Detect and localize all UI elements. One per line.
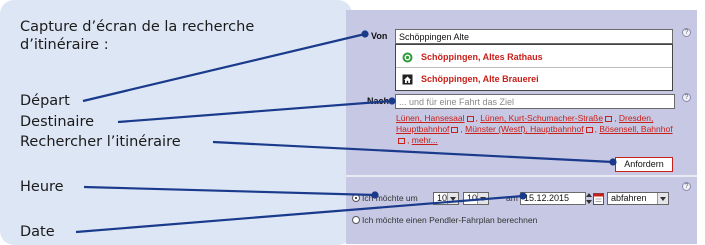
callout-line-date bbox=[75, 194, 524, 234]
callout-line-depart bbox=[82, 32, 366, 103]
callout-line-time bbox=[83, 185, 376, 197]
callout-dot-depart bbox=[361, 30, 369, 38]
callout-lines bbox=[75, 30, 617, 234]
callout-dot-time bbox=[371, 191, 379, 199]
callout-dot-destination bbox=[388, 97, 396, 105]
callout-line-search bbox=[212, 140, 614, 164]
callout-line-destination bbox=[117, 99, 393, 124]
callout-dot-date bbox=[519, 192, 527, 200]
screenshot-stage: Capture d’écran de la recherche d’itinér… bbox=[0, 0, 705, 245]
callout-dot-search bbox=[609, 158, 617, 166]
